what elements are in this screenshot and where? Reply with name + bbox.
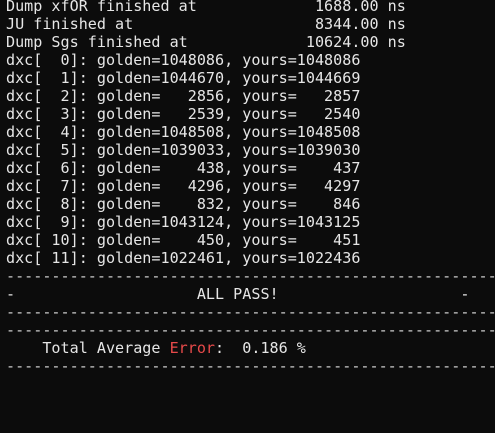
status-line-ju: JU finished at 8344.00 ns [6,15,406,33]
all-pass-line: - ALL PASS! - [6,285,470,303]
error-summary-line: Total Average Error: 0.186 % [6,339,495,357]
status-line-xfor: Dump xfOR finished at 1688.00 ns [6,0,406,15]
dxc-row-8: dxc[ 8]: golden= 832, yours= 846 [6,195,361,213]
dxc-row-11: dxc[ 11]: golden=1022461, yours=1022436 [6,249,361,267]
separator-line: ----------------------------------------… [6,267,495,285]
error-summary-prefix: Total Average [6,339,170,357]
dxc-row-3: dxc[ 3]: golden= 2539, yours= 2540 [6,105,361,123]
dxc-row-4: dxc[ 4]: golden=1048508, yours=1048508 [6,123,361,141]
separator-line: ----------------------------------------… [6,357,495,375]
dxc-row-0: dxc[ 0]: golden=1048086, yours=1048086 [6,51,361,69]
separator-line: ----------------------------------------… [6,303,495,321]
dxc-row-6: dxc[ 6]: golden= 438, yours= 437 [6,159,361,177]
dxc-row-1: dxc[ 1]: golden=1044670, yours=1044669 [6,69,361,87]
dxc-row-2: dxc[ 2]: golden= 2856, yours= 2857 [6,87,361,105]
error-word: Error [169,339,216,357]
status-line-sgs: Dump Sgs finished at 10624.00 ns [6,33,406,51]
error-summary-value: : 0.186 % [215,339,306,357]
dxc-row-10: dxc[ 10]: golden= 450, yours= 451 [6,231,361,249]
dxc-row-9: dxc[ 9]: golden=1043124, yours=1043125 [6,213,361,231]
dxc-row-7: dxc[ 7]: golden= 4296, yours= 4297 [6,177,361,195]
dxc-row-5: dxc[ 5]: golden=1039033, yours=1039030 [6,141,361,159]
separator-line: ----------------------------------------… [6,321,495,339]
terminal-window[interactable]: Dump xfOR finished at 1688.00 ns JU fini… [0,0,495,433]
